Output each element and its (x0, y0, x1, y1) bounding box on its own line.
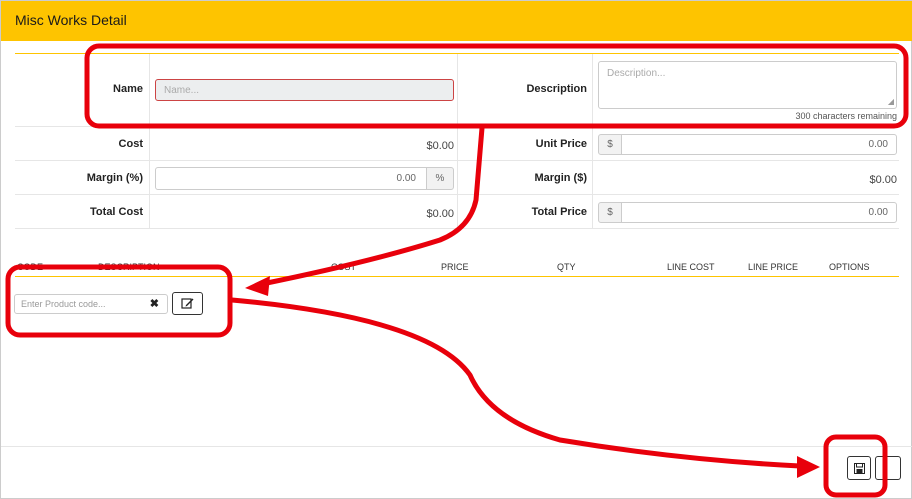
save-icon (853, 462, 865, 474)
characters-remaining: 300 characters remaining (795, 111, 897, 121)
cost-label: Cost (118, 138, 143, 150)
save-button[interactable] (847, 456, 871, 480)
col-line-cost: LINE COST (667, 262, 715, 272)
margin-dollar-label: Margin ($) (534, 172, 587, 184)
table-header-divider (15, 276, 899, 277)
total-cost-label: Total Cost (90, 206, 143, 218)
margin-pct-input[interactable]: 0.00 (155, 167, 427, 190)
col-description: DESCRIPTION (98, 262, 160, 272)
unit-price-label: Unit Price (535, 138, 587, 150)
edit-icon (181, 298, 194, 309)
modal-title: Misc Works Detail (15, 12, 127, 28)
unit-price-input[interactable]: 0.00 (621, 134, 897, 155)
col-qty: QTY (557, 262, 576, 272)
name-label: Name (113, 83, 143, 95)
edit-product-button[interactable] (172, 292, 203, 315)
name-input[interactable]: Name... (155, 79, 454, 101)
form-row-margin (15, 161, 899, 195)
margin-pct-suffix: % (426, 167, 454, 190)
col-line-price: LINE PRICE (748, 262, 799, 272)
footer-divider (1, 446, 912, 447)
total-price-currency: $ (598, 202, 622, 223)
margin-dollar-value: $0.00 (869, 174, 897, 186)
cost-value: $0.00 (426, 140, 454, 152)
clear-icon[interactable]: ✖ (150, 297, 159, 310)
description-label: Description (526, 83, 587, 95)
total-cost-value: $0.00 (426, 208, 454, 220)
unit-price-currency: $ (598, 134, 622, 155)
description-textarea[interactable]: Description... ◢ (598, 61, 897, 109)
col-options: OPTIONS (829, 262, 870, 272)
misc-works-modal: Misc Works Detail Name Name... Descripti… (0, 0, 912, 499)
modal-header: Misc Works Detail (1, 1, 912, 41)
total-price-label: Total Price (531, 206, 587, 218)
product-code-input[interactable]: Enter Product code... ✖ (14, 294, 168, 314)
close-button[interactable]: x (875, 456, 901, 480)
col-code: CODE (17, 262, 44, 272)
total-price-input[interactable]: 0.00 (621, 202, 897, 223)
col-price: PRICE (441, 262, 469, 272)
resize-handle-icon[interactable]: ◢ (888, 97, 894, 106)
margin-pct-label: Margin (%) (86, 172, 143, 184)
col-cost: COST (331, 262, 357, 272)
